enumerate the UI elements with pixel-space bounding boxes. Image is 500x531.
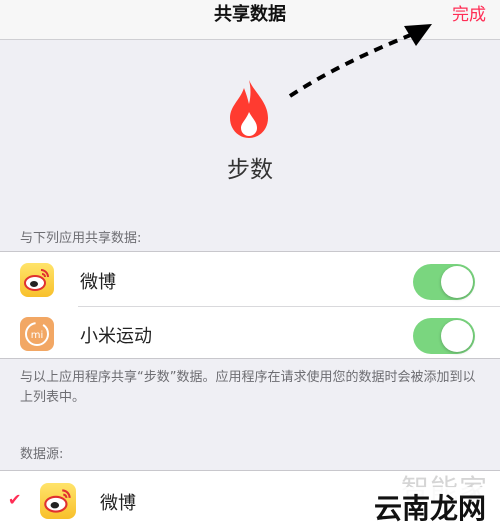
share-footer-note: 与以上应用程序共享“步数”数据。应用程序在请求使用您的数据时会被添加到以上列表中… (20, 370, 476, 405)
weibo-icon (20, 263, 54, 297)
share-row-mi-fit: mi 小米运动 (0, 306, 500, 360)
checkmark-icon: ✔ (8, 490, 22, 509)
weibo-icon (40, 483, 76, 519)
watermark-logo: 云南龙网 (371, 487, 488, 527)
mi-fit-icon-text: mi (31, 330, 44, 341)
source-label: 微博 (100, 493, 136, 514)
weibo-share-toggle[interactable] (413, 264, 475, 300)
mi-fit-share-toggle[interactable] (413, 318, 475, 354)
toggle-knob (441, 320, 473, 352)
flame-icon (230, 80, 268, 138)
hero-title: 步数 (227, 157, 273, 183)
mi-fit-icon: mi (20, 317, 54, 351)
share-app-label: 微博 (80, 272, 116, 293)
share-app-list: 微博 mi 小米运动 (0, 251, 500, 359)
share-row-weibo: 微博 (0, 252, 500, 306)
toggle-knob (441, 266, 473, 298)
source-section-header: 数据源: (20, 447, 64, 462)
share-section-header: 与下列应用共享数据: (20, 231, 142, 246)
done-button[interactable]: 完成 (452, 0, 486, 36)
share-app-label: 小米运动 (80, 326, 152, 347)
annotation-arrow (288, 24, 432, 98)
